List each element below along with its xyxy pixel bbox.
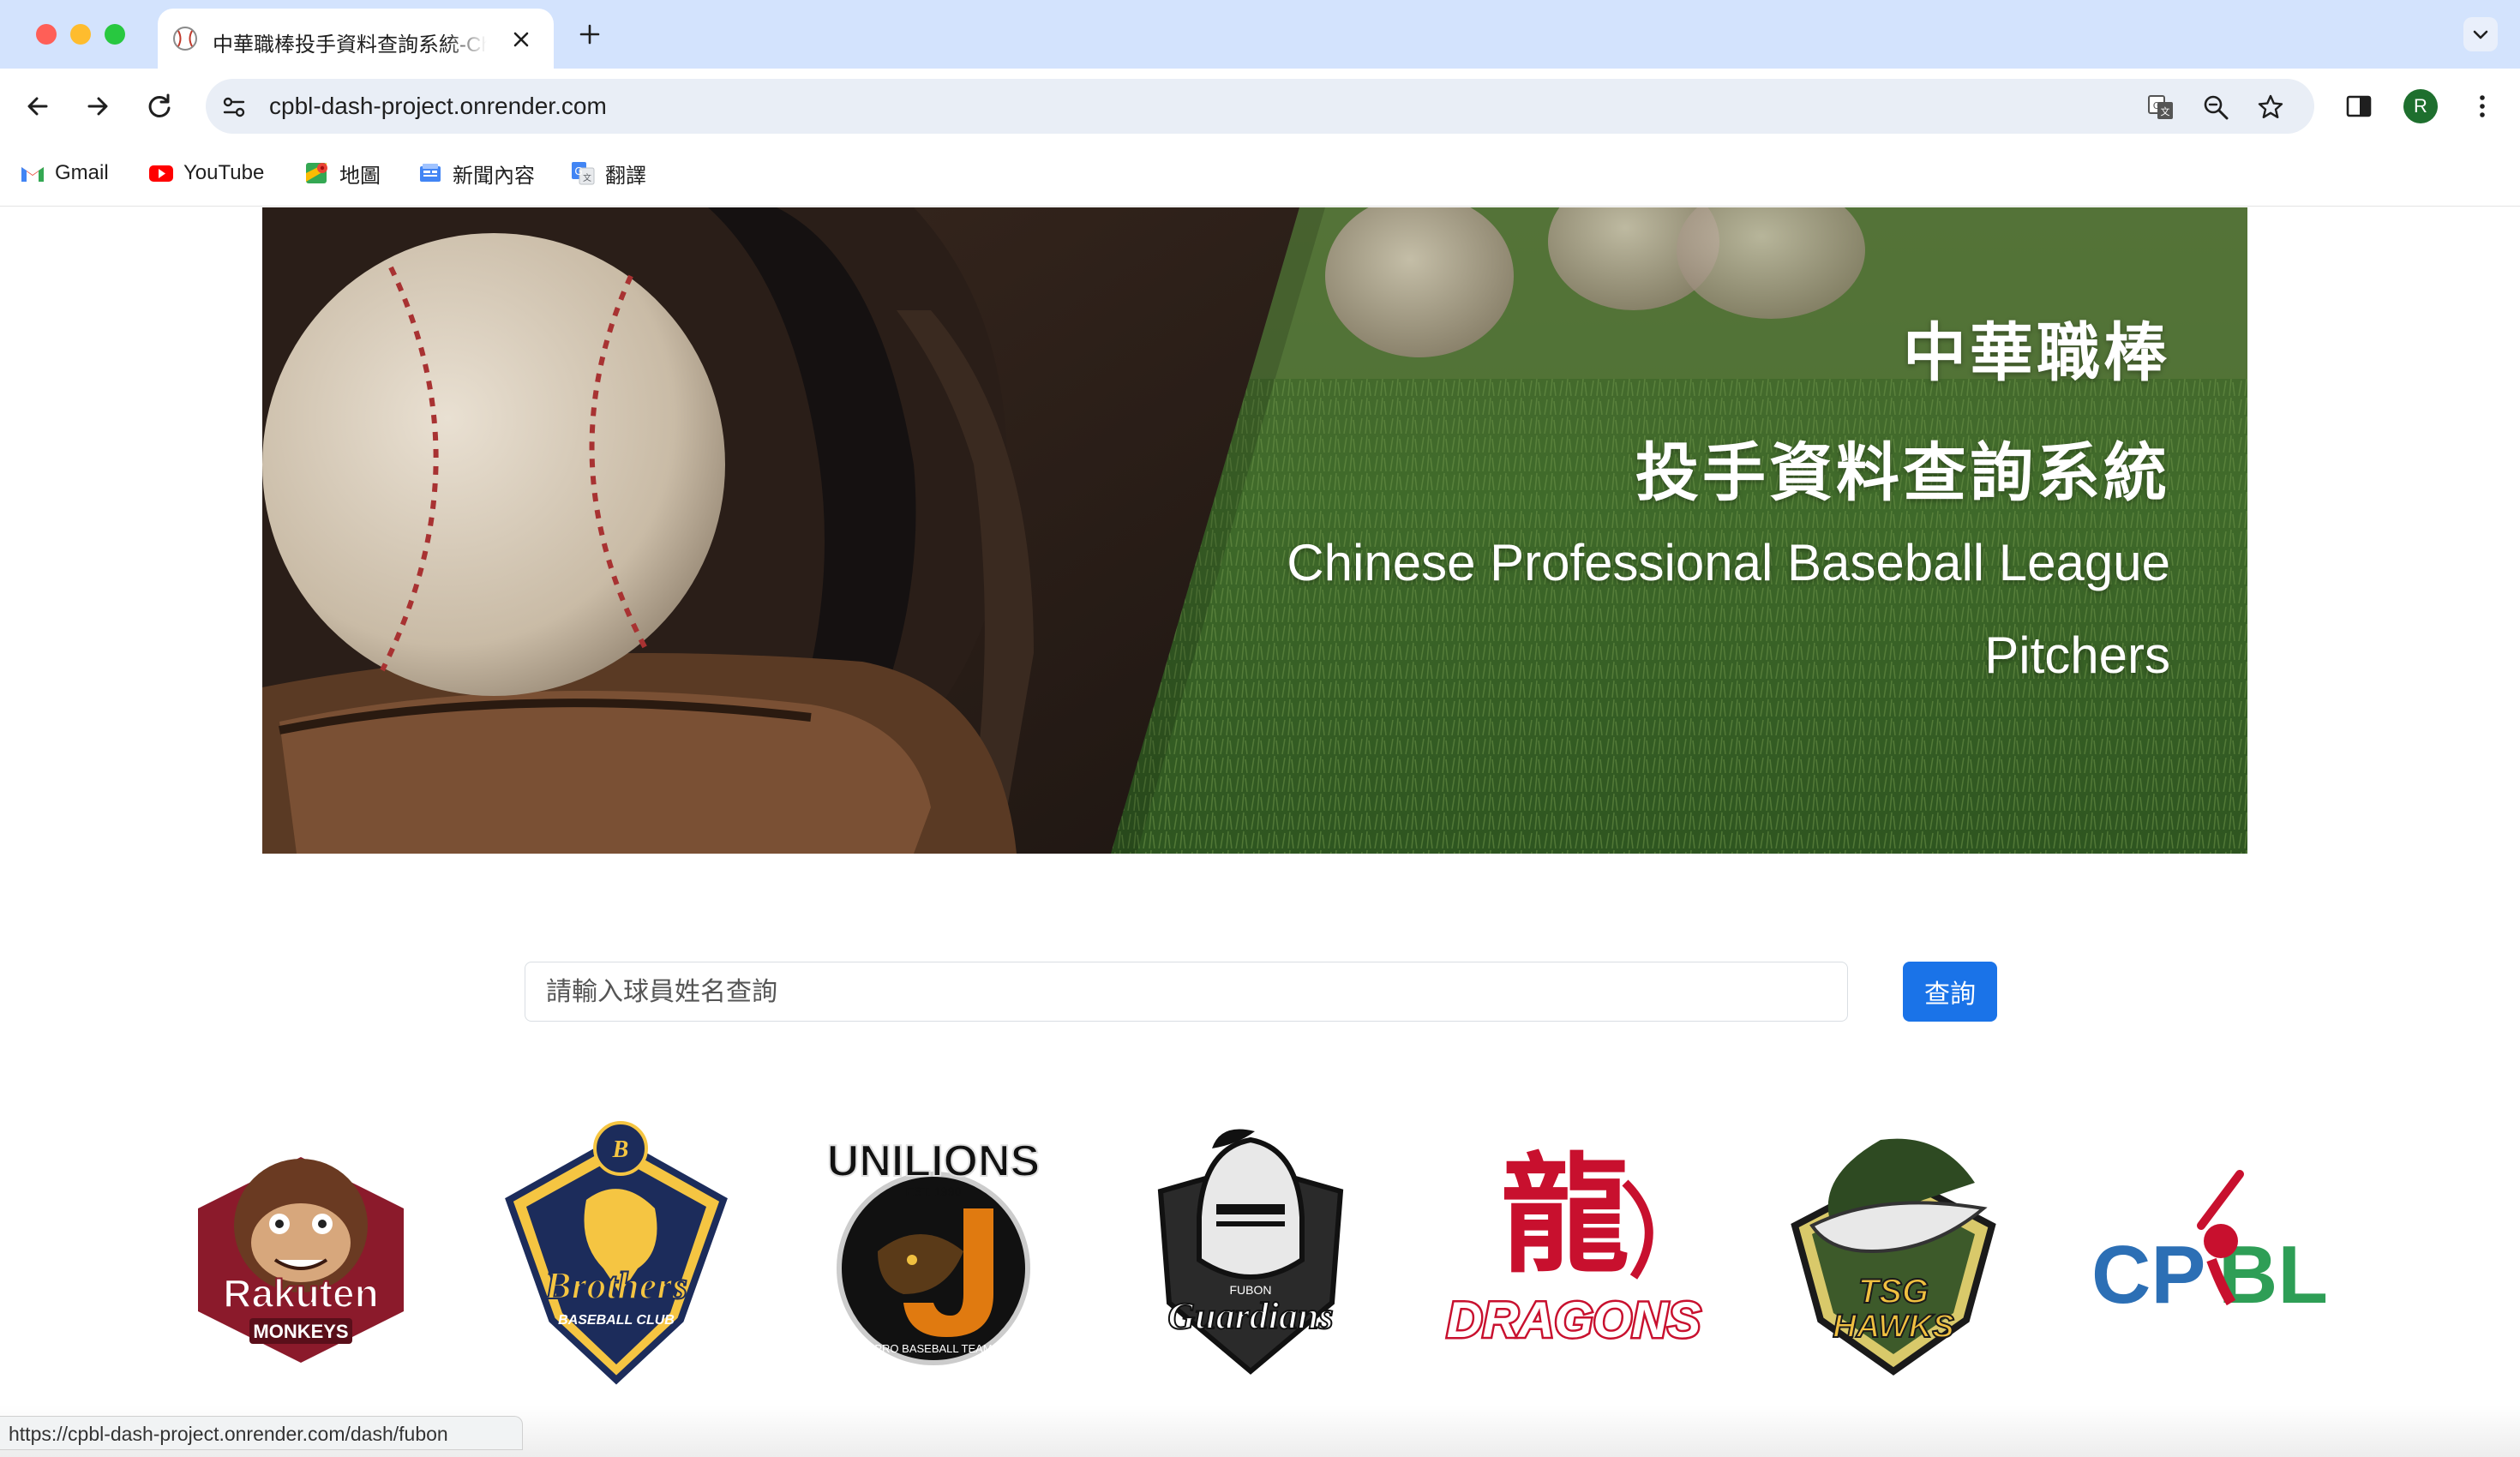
team-name-line1: Brothers — [544, 1263, 687, 1307]
team-name-line3: PRO BASEBALL TEAM — [874, 1342, 992, 1355]
search-button[interactable]: 查詢 — [1903, 962, 1997, 1022]
window-close-button[interactable] — [36, 24, 57, 45]
team-name-line1: UNILIONS — [827, 1136, 1040, 1186]
bookmark-youtube[interactable]: YouTube — [147, 158, 264, 189]
maps-icon — [306, 163, 327, 183]
team-name-line1: DRAGONS — [1447, 1292, 1701, 1348]
site-info-icon[interactable] — [221, 94, 247, 120]
team-name-line1: TSG — [1858, 1273, 1929, 1310]
url-text: cpbl-dash-project.onrender.com — [269, 93, 607, 119]
bookmark-news[interactable]: 新聞內容 — [417, 158, 535, 189]
news-icon — [420, 164, 441, 182]
banner-title-en-line2: Pitchers — [1984, 627, 2170, 684]
tab-search-button[interactable] — [2463, 17, 2498, 51]
bookmark-translate[interactable]: G 文 翻譯 — [569, 158, 646, 189]
address-bar[interactable]: cpbl-dash-project.onrender.com G 文 — [206, 79, 2314, 134]
back-arrow-icon[interactable] — [22, 91, 53, 122]
svg-text:G: G — [574, 165, 582, 177]
team-name-line1: Rakuten — [223, 1271, 378, 1316]
banner-title-zh-line2: 投手資料查詢系統 — [1635, 436, 2170, 510]
bookmark-gmail[interactable]: Gmail — [19, 158, 109, 189]
close-tab-icon[interactable] — [507, 26, 535, 53]
side-panel-icon[interactable] — [2343, 91, 2374, 122]
cpbl-letters-cp: CP — [2091, 1229, 2205, 1321]
link-status-bar: https://cpbl-dash-project.onrender.com/d… — [0, 1416, 523, 1450]
bookmark-label: 新聞內容 — [453, 164, 535, 188]
more-menu-icon[interactable] — [2467, 91, 2498, 122]
window-zoom-button[interactable] — [105, 24, 125, 45]
baseball-favicon-icon — [173, 27, 197, 51]
team-name-line2: BASEBALL CLUB — [558, 1313, 675, 1328]
banner-title-en-line1: Chinese Professional Baseball League — [1287, 534, 2170, 591]
browser-toolbar: cpbl-dash-project.onrender.com G 文 R — [0, 69, 2520, 144]
team-name-line2: HAWKS — [1833, 1309, 1953, 1345]
bookmark-label: Gmail — [55, 161, 109, 184]
cpbl-league-logo[interactable]: CP BL — [2081, 1123, 2338, 1380]
gmail-icon — [21, 167, 44, 182]
translate-page-icon[interactable]: G 文 — [2146, 93, 2175, 122]
team-name-line2: MONKEYS — [253, 1321, 348, 1342]
banner-title-zh-line1: 中華職棒 — [1903, 316, 2170, 390]
profile-avatar[interactable]: R — [2403, 89, 2438, 123]
team-logo-wei-chuan-dragons[interactable]: 龍 DRAGONS — [1437, 1123, 1711, 1380]
forward-arrow-icon[interactable] — [82, 91, 113, 122]
translate-icon: G 文 — [572, 162, 595, 185]
youtube-icon — [149, 165, 173, 182]
bookmark-star-icon[interactable] — [2256, 93, 2285, 122]
bookmarks-bar: Gmail YouTube 地圖 新聞內容 G 文 翻譯 — [0, 144, 2520, 207]
team-name-line2: EST. 1990 — [906, 1184, 962, 1198]
reload-icon[interactable] — [144, 91, 175, 122]
new-tab-icon[interactable] — [576, 21, 603, 48]
bookmark-label: 翻譯 — [605, 164, 646, 188]
team-logo-rakuten-monkeys[interactable]: Rakuten MONKEYS — [177, 1123, 425, 1380]
player-search-input[interactable] — [525, 962, 1848, 1022]
svg-text:B: B — [612, 1136, 629, 1163]
team-logo-fubon-guardians[interactable]: FUBON Guardians — [1126, 1123, 1375, 1380]
team-logo-ctbc-brothers[interactable]: B Brothers BASEBALL CLUB — [492, 1121, 741, 1385]
bookmark-label: 地圖 — [339, 164, 381, 188]
svg-text:文: 文 — [2161, 105, 2170, 117]
bookmark-maps[interactable]: 地圖 — [303, 158, 381, 189]
dragon-character-icon: 龍 — [1501, 1140, 1629, 1291]
hero-banner: 中華職棒 投手資料查詢系統 Chinese Professional Baseb… — [262, 207, 2247, 854]
window-minimize-button[interactable] — [70, 24, 91, 45]
svg-text:G: G — [2153, 100, 2161, 111]
bookmark-label: YouTube — [183, 161, 265, 184]
chevron-down-icon — [2473, 30, 2488, 39]
tab-title: 中華職棒投手資料查詢系統-Chinese Professional Baseba… — [213, 33, 487, 53]
zoom-icon[interactable] — [2201, 93, 2230, 122]
team-logo-tsg-hawks[interactable]: TSG HAWKS — [1778, 1123, 2009, 1380]
browser-tab-strip: 中華職棒投手資料查詢系統-Chinese Professional Baseba… — [0, 0, 2520, 69]
active-tab[interactable]: 中華職棒投手資料查詢系統-Chinese Professional Baseba… — [158, 9, 554, 69]
team-name-line2: Guardians — [1167, 1295, 1333, 1337]
svg-text:文: 文 — [583, 172, 591, 183]
team-logo-uni-lions[interactable]: UNILIONS EST. 1990 PRO BASEBALL TEAM — [809, 1123, 1058, 1380]
batter-head-icon — [2204, 1224, 2238, 1258]
